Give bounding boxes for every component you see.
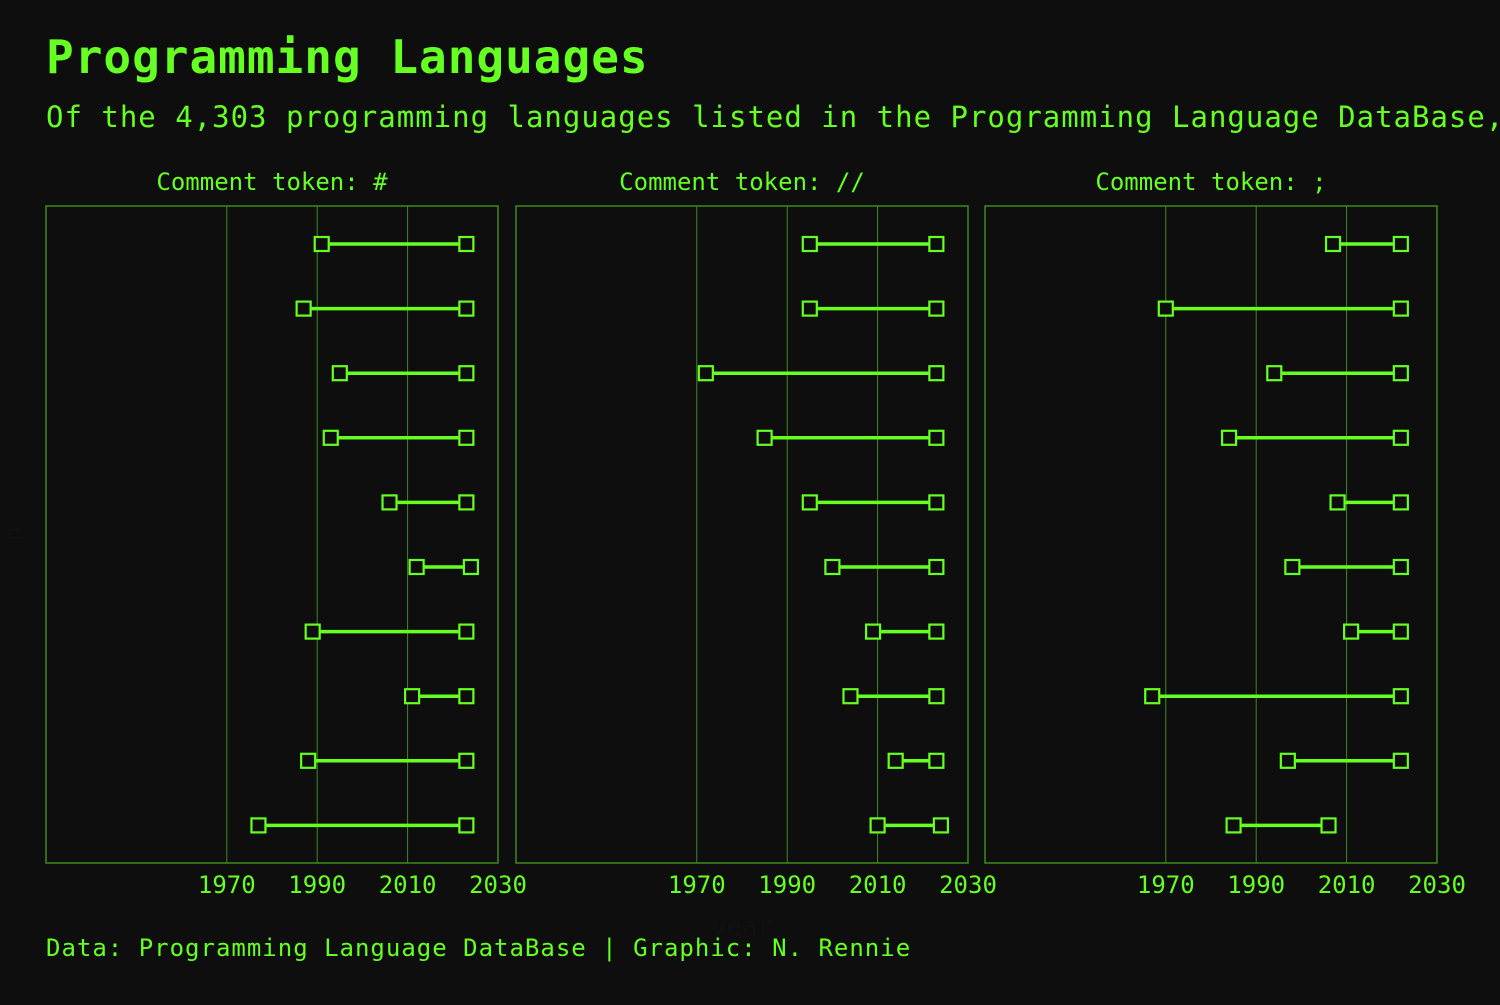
start-marker [801,494,818,511]
end-marker [928,365,945,382]
x-tick-label: 2010 [849,871,907,899]
x-tick-label: 1990 [758,871,816,899]
start-marker [1279,752,1296,769]
start-marker [295,300,312,317]
end-marker [1392,623,1409,640]
x-tick-label: 1970 [1137,871,1195,899]
end-marker [928,752,945,769]
end-marker [458,817,475,834]
end-marker [458,429,475,446]
end-marker [1320,817,1337,834]
start-marker [1144,688,1161,705]
end-marker [928,494,945,511]
start-marker [869,817,886,834]
start-marker [322,429,339,446]
start-marker [331,365,348,382]
x-tick-label: 1970 [668,871,726,899]
start-marker [1157,300,1174,317]
x-tick-label: 2030 [939,871,997,899]
end-marker [928,623,945,640]
chart-caption: Data: Programming Language DataBase | Gr… [46,934,912,962]
end-marker [458,752,475,769]
start-marker [1220,429,1238,446]
end-marker [458,300,475,317]
end-marker [1392,300,1409,317]
start-marker [250,817,267,834]
end-marker [458,623,475,640]
end-marker [1392,429,1409,446]
y-axis-title: n [0,526,29,542]
start-marker [313,235,330,253]
end-marker [458,494,475,511]
panel-label: Comment token: ; [1095,168,1326,196]
dumbbell-chart: Comment token: # 1970 1990 2010 2030 Comment … [0,168,1466,942]
start-marker [801,235,818,253]
end-marker [458,365,475,382]
start-marker [304,623,321,640]
x-tick-label: 2010 [1318,871,1376,899]
start-marker [404,688,421,705]
start-marker [1324,235,1342,253]
start-marker [801,300,818,317]
end-marker [928,300,945,317]
end-marker [1392,688,1409,705]
end-marker [1392,235,1409,253]
start-marker [864,623,882,640]
end-marker [1392,752,1409,769]
x-tick-label: 2030 [469,871,527,899]
end-marker [928,429,945,446]
x-tick-label: 1970 [198,871,256,899]
start-marker [1266,365,1283,382]
panel-label: Comment token: // [619,168,865,196]
start-marker [842,688,859,705]
end-marker [1392,558,1409,576]
start-marker [300,752,317,769]
end-marker [1392,365,1409,382]
panel-label: Comment token: # [156,168,388,196]
end-marker [458,688,475,705]
panel-border [45,205,499,864]
end-marker [1392,494,1409,511]
panel-border [984,205,1438,864]
start-marker [408,558,425,576]
start-marker [756,429,773,446]
start-marker [1225,817,1242,834]
start-marker [1284,558,1301,576]
x-tick-label: 1990 [288,871,346,899]
start-marker [1329,494,1346,511]
start-marker [1343,623,1360,640]
start-marker [381,494,398,511]
start-marker [697,365,714,382]
end-marker [928,688,945,705]
end-marker [932,817,949,834]
start-marker [887,752,904,769]
end-marker [928,558,945,576]
x-tick-label: 2030 [1408,871,1466,899]
end-marker [928,235,945,253]
x-tick-label: 1990 [1227,871,1285,899]
start-marker [824,558,841,576]
end-marker [462,558,479,576]
end-marker [458,235,475,253]
x-tick-label: 2010 [379,871,437,899]
